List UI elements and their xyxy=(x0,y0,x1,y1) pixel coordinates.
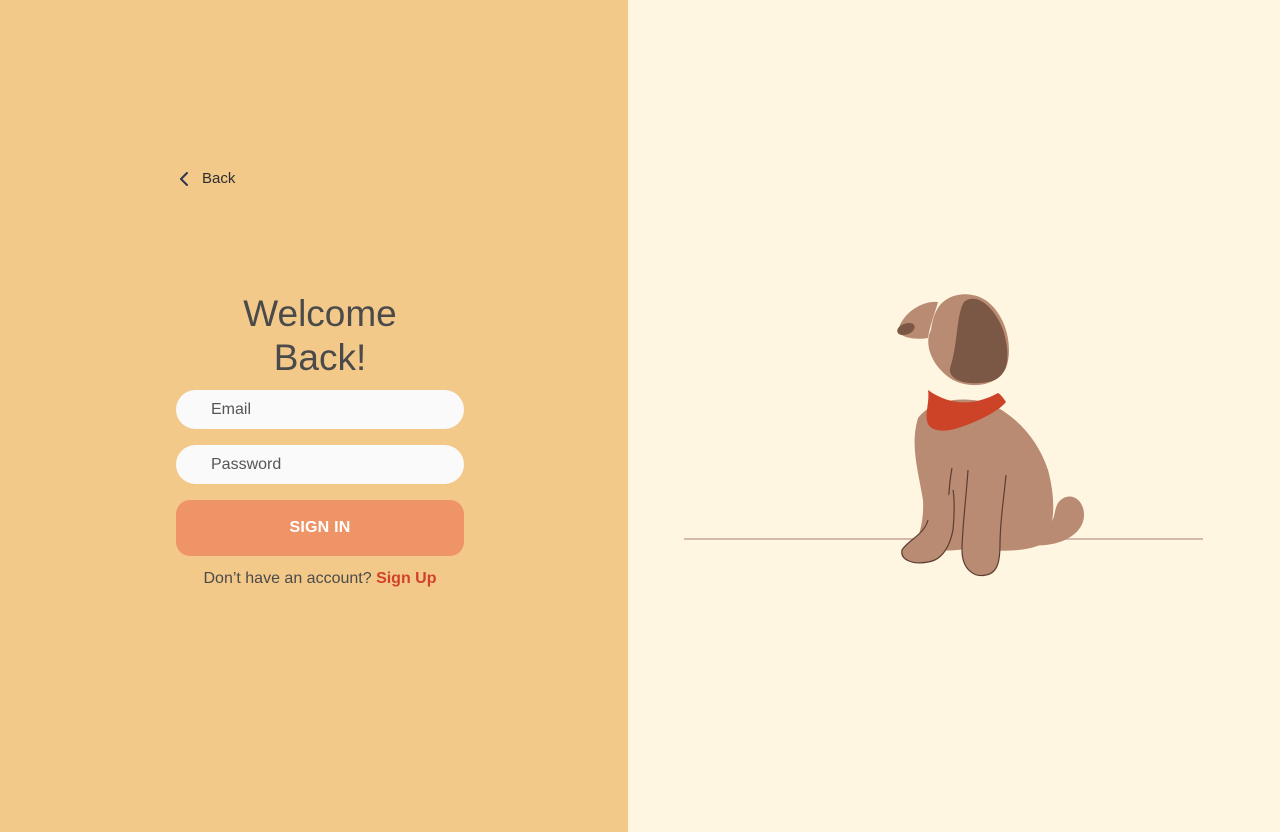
email-field[interactable] xyxy=(176,390,464,429)
login-page: Back Welcome Back! SIGN IN Don’t have an… xyxy=(0,0,1280,832)
dog-front-leg-right xyxy=(961,469,1007,577)
sign-in-form: Welcome Back! SIGN IN Don’t have an acco… xyxy=(176,292,464,588)
login-panel: Back Welcome Back! SIGN IN Don’t have an… xyxy=(0,0,628,832)
dog-illustration xyxy=(684,294,1203,577)
title-line-1: Welcome xyxy=(243,293,397,334)
sign-in-button[interactable]: SIGN IN xyxy=(176,500,464,556)
signup-prompt: Don’t have an account? xyxy=(203,570,372,587)
page-title: Welcome Back! xyxy=(176,292,464,380)
illustration-panel xyxy=(628,0,1280,832)
signup-prompt-row: Don’t have an account? Sign Up xyxy=(176,570,464,588)
back-button[interactable]: Back xyxy=(178,170,235,187)
title-line-2: Back! xyxy=(273,337,367,378)
chevron-left-icon xyxy=(178,171,190,187)
sign-up-link[interactable]: Sign Up xyxy=(376,570,436,587)
password-field[interactable] xyxy=(176,445,464,484)
back-label: Back xyxy=(202,170,236,187)
